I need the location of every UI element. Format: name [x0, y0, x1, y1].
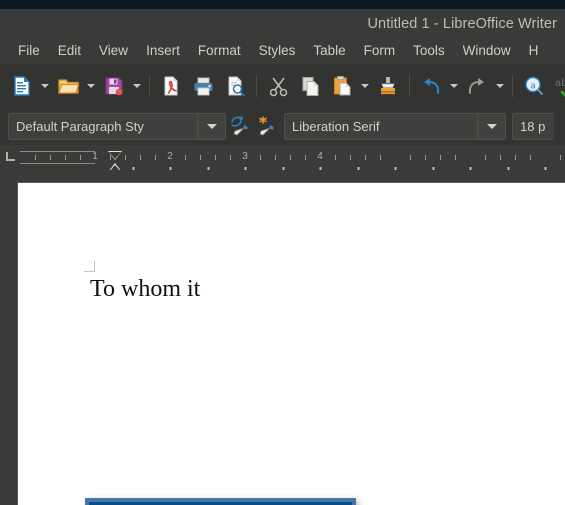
menu-item-file[interactable]: File — [9, 41, 49, 61]
cut-icon[interactable] — [263, 71, 293, 101]
document-page[interactable]: To whom it — [18, 183, 565, 505]
new-document-dropdown-icon[interactable] — [38, 71, 52, 101]
print-preview-icon[interactable] — [220, 71, 250, 101]
tab-stop-selector-icon[interactable] — [6, 152, 15, 161]
paste-icon[interactable] — [327, 71, 357, 101]
save-document-icon[interactable] — [99, 71, 129, 101]
print-icon[interactable] — [188, 71, 218, 101]
menu-item-tools[interactable]: Tools — [404, 41, 454, 61]
paragraph-style-combobox[interactable]: Default Paragraph Sty — [8, 113, 226, 140]
ruler-number-1: 1 — [92, 151, 98, 162]
new-style-from-selection-icon[interactable] — [252, 112, 278, 142]
clone-formatting-icon[interactable] — [373, 71, 403, 101]
formatting-toolbar: Default Paragraph Sty Liberation Serif 1… — [0, 108, 565, 145]
paste-dropdown-icon[interactable] — [358, 71, 372, 101]
ruler-track[interactable]: 1 2 3 4 — [20, 151, 565, 170]
paragraph-style-value[interactable]: Default Paragraph Sty — [9, 114, 197, 139]
svg-text:ab: ab — [555, 78, 565, 89]
menu-item-format[interactable]: Format — [189, 41, 250, 61]
copy-icon[interactable] — [295, 71, 325, 101]
font-size-combobox[interactable]: 18 p — [512, 113, 554, 140]
window-title: Untitled 1 - LibreOffice Writer — [367, 15, 557, 32]
update-selected-style-icon[interactable] — [226, 112, 252, 142]
desktop-top-strip — [0, 0, 565, 9]
horizontal-ruler[interactable]: 1 2 3 4 — [0, 145, 565, 170]
title-bar: Untitled 1 - LibreOffice Writer — [0, 9, 565, 38]
redo-icon[interactable] — [462, 71, 492, 101]
font-size-value[interactable]: 18 p — [513, 114, 552, 139]
ruler-number-3: 3 — [242, 151, 248, 162]
menu-bar: File Edit View Insert Format Styles Tabl… — [0, 38, 565, 64]
redo-dropdown-icon[interactable] — [493, 71, 507, 101]
menu-item-window[interactable]: Window — [454, 41, 520, 61]
document-paragraph-text[interactable]: To whom it — [90, 276, 200, 303]
new-document-icon[interactable] — [7, 71, 37, 101]
document-area[interactable]: To whom it q w e r t y u i o p a s d f g — [0, 170, 565, 505]
menu-item-insert[interactable]: Insert — [137, 41, 189, 61]
ruler-number-2: 2 — [167, 151, 173, 162]
find-replace-icon[interactable]: a — [519, 71, 549, 101]
spelling-check-icon[interactable]: ab — [551, 71, 565, 101]
svg-text:a: a — [530, 82, 536, 92]
open-document-dropdown-icon[interactable] — [84, 71, 98, 101]
menu-item-help[interactable]: H — [520, 41, 548, 61]
font-name-combobox[interactable]: Liberation Serif — [284, 113, 506, 140]
libreoffice-writer-window: Untitled 1 - LibreOffice Writer File Edi… — [0, 0, 565, 505]
ruler-margin-region — [20, 151, 95, 164]
standard-toolbar: a ab — [0, 64, 565, 108]
export-pdf-icon[interactable] — [156, 71, 186, 101]
undo-icon[interactable] — [416, 71, 446, 101]
menu-item-form[interactable]: Form — [355, 41, 405, 61]
paragraph-indent-marker[interactable] — [108, 151, 123, 170]
menu-item-table[interactable]: Table — [304, 41, 354, 61]
font-name-value[interactable]: Liberation Serif — [285, 114, 477, 139]
text-boundary-corner-icon — [84, 261, 95, 272]
menu-item-edit[interactable]: Edit — [49, 41, 90, 61]
font-name-dropdown-icon[interactable] — [477, 114, 505, 139]
undo-dropdown-icon[interactable] — [447, 71, 461, 101]
open-document-icon[interactable] — [53, 71, 83, 101]
ruler-number-4: 4 — [317, 151, 323, 162]
save-document-dropdown-icon[interactable] — [130, 71, 144, 101]
toolbar-separator — [149, 75, 150, 97]
menu-item-view[interactable]: View — [90, 41, 137, 61]
on-screen-keyboard[interactable]: q w e r t y u i o p a s d f g h j k l — [85, 498, 356, 505]
toolbar-separator — [409, 75, 410, 97]
menu-item-styles[interactable]: Styles — [250, 41, 305, 61]
paragraph-style-dropdown-icon[interactable] — [197, 114, 225, 139]
toolbar-separator — [256, 75, 257, 97]
toolbar-separator — [512, 75, 513, 97]
